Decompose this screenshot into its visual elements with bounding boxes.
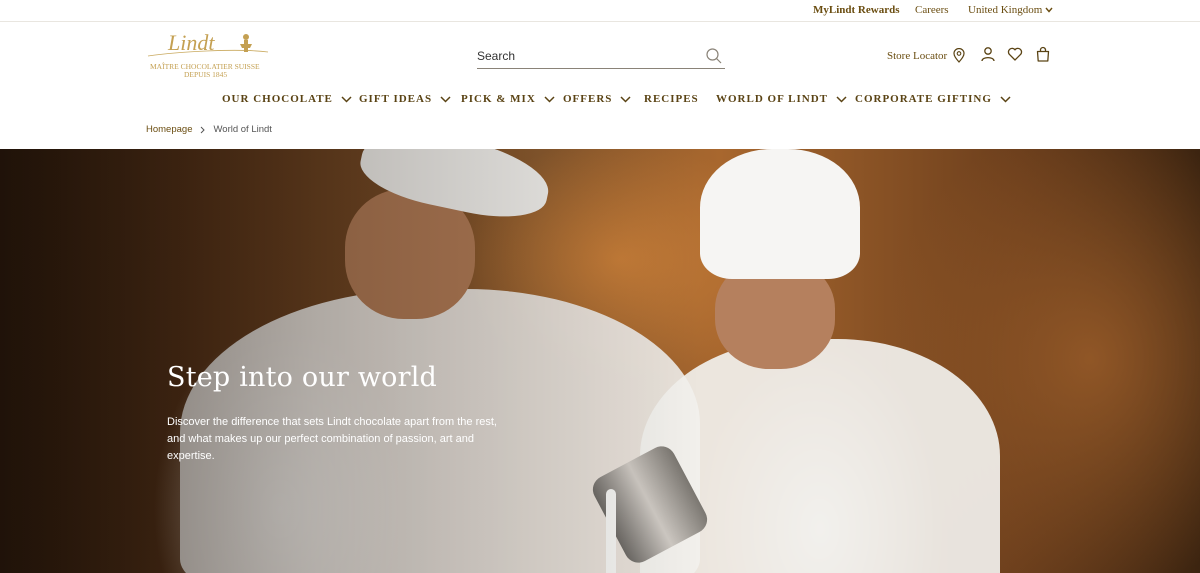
chevron-right-icon: [201, 126, 206, 133]
country-selector[interactable]: United Kingdom: [968, 4, 1053, 16]
nav-label: OFFERS: [563, 93, 613, 105]
nav-pick-and-mix[interactable]: PICK & MIX: [461, 93, 555, 105]
country-label: United Kingdom: [968, 4, 1043, 16]
search-input[interactable]: [477, 47, 697, 65]
breadcrumb-current: World of Lindt: [213, 124, 272, 135]
chevron-down-icon: [836, 95, 847, 103]
chevron-down-icon: [1045, 7, 1053, 13]
search-bar: [477, 44, 725, 69]
lindt-logo-graphic: Lindt MAÎTRE CHOCOLATIER SUISSE DEPUIS 1…: [147, 30, 269, 79]
careers-link[interactable]: Careers: [915, 4, 949, 16]
chevron-down-icon: [1000, 95, 1011, 103]
nav-gift-ideas[interactable]: GIFT IDEAS: [359, 93, 451, 105]
hero-title: Step into our world: [167, 362, 438, 393]
store-locator-link[interactable]: Store Locator: [887, 48, 965, 63]
main-navigation: OUR CHOCOLATE GIFT IDEAS PICK & MIX OFFE…: [0, 93, 1200, 109]
account-icon[interactable]: [980, 46, 996, 62]
nav-offers[interactable]: OFFERS: [563, 93, 631, 105]
logo-wordmark: Lindt: [167, 30, 215, 55]
nav-corporate-gifting[interactable]: CORPORATE GIFTING: [855, 93, 1011, 105]
hero-overlay: [0, 149, 700, 573]
nav-world-of-lindt[interactable]: WORLD OF LINDT: [716, 93, 847, 105]
hero-banner: Step into our world Discover the differe…: [0, 149, 1200, 573]
nav-label: PICK & MIX: [461, 93, 536, 105]
store-locator-label: Store Locator: [887, 49, 948, 62]
hero-photo-hat-right: [700, 149, 860, 279]
nav-label: OUR CHOCOLATE: [222, 93, 333, 105]
nav-label: RECIPES: [644, 93, 699, 105]
logo-tagline-2: DEPUIS 1845: [184, 70, 227, 79]
breadcrumb: Homepage World of Lindt: [146, 124, 272, 135]
hero-description: Discover the difference that sets Lindt …: [167, 416, 497, 462]
utility-bar: MyLindt Rewards Careers United Kingdom: [0, 0, 1200, 22]
location-pin-icon: [953, 48, 965, 63]
nav-label: WORLD OF LINDT: [716, 93, 828, 105]
chevron-down-icon: [544, 95, 555, 103]
nav-label: GIFT IDEAS: [359, 93, 433, 105]
chevron-down-icon: [440, 95, 451, 103]
search-icon[interactable]: [705, 47, 723, 65]
nav-our-chocolate[interactable]: OUR CHOCOLATE: [222, 93, 352, 105]
shopping-bag-icon[interactable]: [1035, 46, 1051, 62]
chevron-down-icon: [341, 95, 352, 103]
nav-recipes[interactable]: RECIPES: [644, 93, 699, 105]
breadcrumb-home-link[interactable]: Homepage: [146, 124, 192, 135]
chevron-down-icon: [620, 95, 631, 103]
nav-label: CORPORATE GIFTING: [855, 93, 992, 105]
wishlist-heart-icon[interactable]: [1007, 46, 1023, 62]
mylindt-rewards-link[interactable]: MyLindt Rewards: [813, 4, 899, 16]
lindt-logo[interactable]: Lindt MAÎTRE CHOCOLATIER SUISSE DEPUIS 1…: [146, 30, 270, 80]
